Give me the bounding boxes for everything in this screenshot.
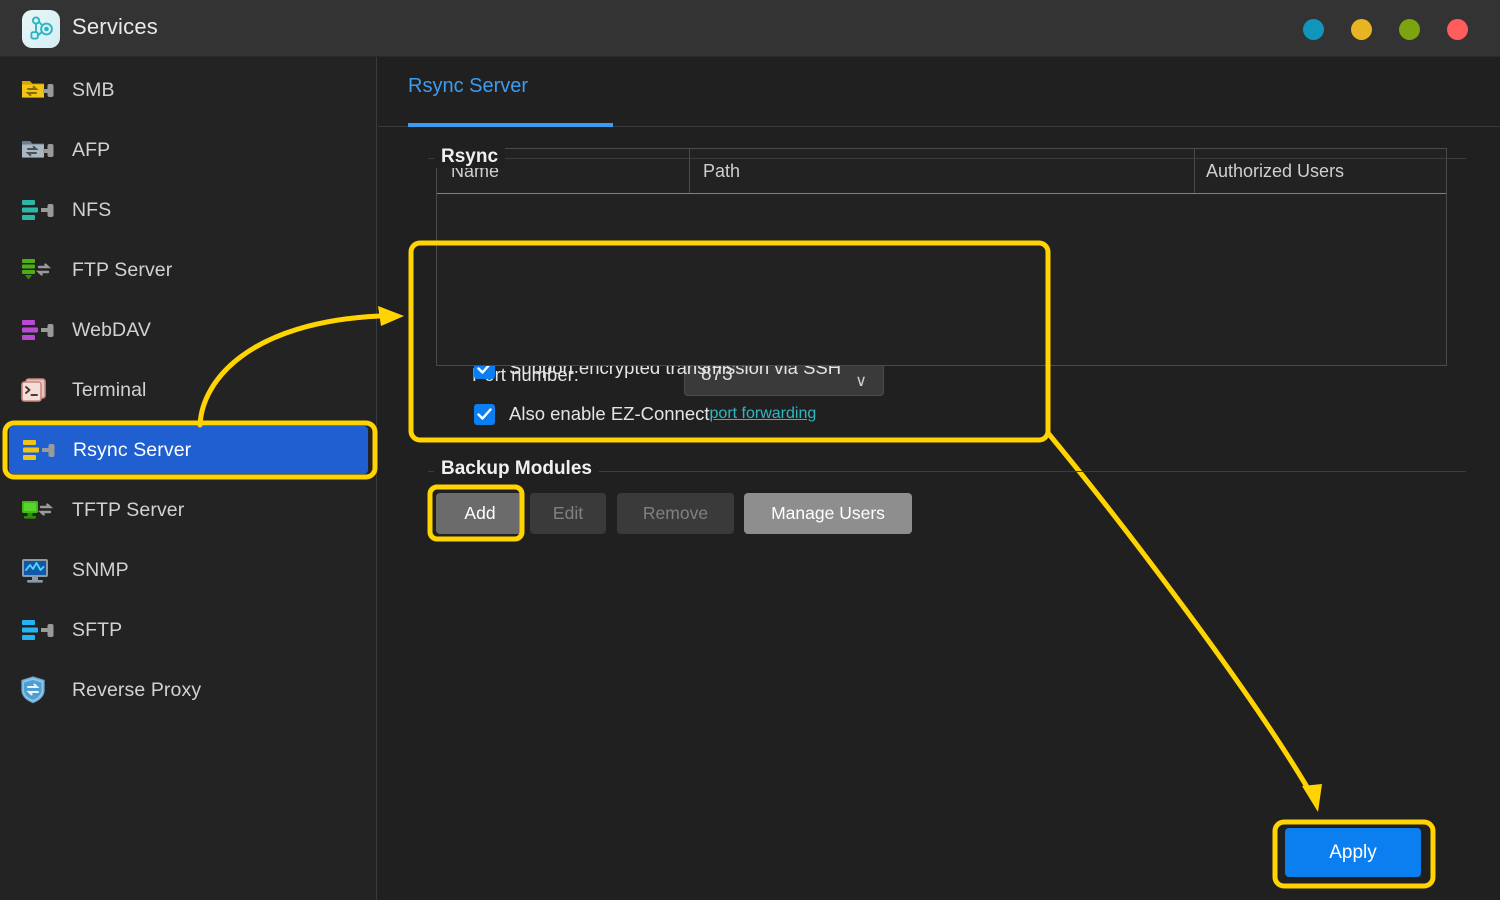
sidebar-item-snmp[interactable]: SNMP bbox=[8, 546, 369, 594]
backup-modules-table-header: Name Path Authorized Users bbox=[437, 149, 1446, 194]
afp-folder-share-icon bbox=[20, 135, 56, 165]
edit-button: Edit bbox=[530, 493, 606, 534]
ezconnect-row[interactable]: Also enable EZ-Connect port forwarding bbox=[474, 403, 816, 425]
terminal-icon bbox=[20, 375, 56, 405]
column-header-path[interactable]: Path bbox=[703, 161, 740, 182]
rsync-legend: Rsync bbox=[434, 146, 506, 168]
ftp-server-icon bbox=[20, 255, 56, 285]
column-divider-2[interactable] bbox=[1194, 149, 1195, 193]
ezconnect-checkbox[interactable] bbox=[474, 403, 495, 425]
tftp-server-icon bbox=[20, 495, 56, 525]
sidebar-item-label: TFTP Server bbox=[72, 498, 185, 521]
sidebar-item-label: Terminal bbox=[72, 378, 147, 401]
backup-modules-table[interactable]: Name Path Authorized Users bbox=[436, 148, 1447, 366]
sidebar-item-reverse-proxy[interactable]: Reverse Proxy bbox=[8, 666, 369, 714]
sidebar-item-label: SFTP bbox=[72, 618, 123, 641]
tab-active-indicator bbox=[408, 123, 613, 127]
column-divider-1[interactable] bbox=[689, 149, 690, 193]
window-dot-green[interactable] bbox=[1399, 19, 1420, 40]
sidebar-item-label: NFS bbox=[72, 198, 112, 221]
webdav-server-icon bbox=[20, 315, 56, 345]
ezconnect-label-prefix: Also enable EZ-Connect bbox=[509, 403, 710, 424]
sidebar-item-rsync-server[interactable]: Rsync Server bbox=[9, 426, 368, 474]
sftp-server-icon bbox=[20, 615, 56, 645]
tab-rsync-server[interactable]: Rsync Server bbox=[408, 75, 528, 118]
window-dot-red[interactable] bbox=[1447, 19, 1468, 40]
tab-strip: Rsync Server bbox=[378, 57, 1500, 127]
sidebar-item-nfs[interactable]: NFS bbox=[8, 186, 369, 234]
backup-modules-legend: Backup Modules bbox=[434, 458, 599, 480]
port-forwarding-link[interactable]: port forwarding bbox=[710, 405, 817, 423]
title-bar: Services bbox=[0, 0, 1500, 57]
sidebar-item-sftp[interactable]: SFTP bbox=[8, 606, 369, 654]
services-window: Services SMB AFP NFS FTP Server WebDAV T… bbox=[0, 0, 1500, 900]
window-title: Services bbox=[72, 14, 158, 39]
add-button[interactable]: Add bbox=[436, 493, 524, 534]
manage-users-button[interactable]: Manage Users bbox=[744, 493, 912, 534]
nfs-server-icon bbox=[20, 195, 56, 225]
sidebar-item-label: FTP Server bbox=[72, 258, 173, 281]
sidebar-item-terminal[interactable]: Terminal bbox=[8, 366, 369, 414]
sidebar-item-tftp-server[interactable]: TFTP Server bbox=[8, 486, 369, 534]
window-dot-yellow[interactable] bbox=[1351, 19, 1372, 40]
sidebar-item-label: WebDAV bbox=[72, 318, 151, 341]
remove-button: Remove bbox=[617, 493, 734, 534]
sidebar-item-webdav[interactable]: WebDAV bbox=[8, 306, 369, 354]
smb-folder-share-icon bbox=[20, 75, 56, 105]
sidebar-item-label: AFP bbox=[72, 138, 111, 161]
sidebar-item-smb[interactable]: SMB bbox=[8, 66, 369, 114]
sidebar-item-afp[interactable]: AFP bbox=[8, 126, 369, 174]
snmp-monitor-icon bbox=[20, 555, 56, 585]
main-content: Rsync Server Rsync By enabling this opti… bbox=[378, 57, 1500, 900]
services-nodes-icon bbox=[22, 10, 60, 48]
column-header-authorized-users[interactable]: Authorized Users bbox=[1206, 161, 1344, 182]
sidebar-item-label: SMB bbox=[72, 78, 115, 101]
reverse-proxy-shield-icon bbox=[20, 675, 56, 705]
chevron-down-icon[interactable]: ∨ bbox=[855, 371, 867, 391]
rsync-legend-rule bbox=[428, 158, 1466, 159]
sidebar-item-label: SNMP bbox=[72, 558, 129, 581]
services-sidebar: SMB AFP NFS FTP Server WebDAV Terminal R… bbox=[0, 57, 377, 900]
sidebar-item-ftp-server[interactable]: FTP Server bbox=[8, 246, 369, 294]
apply-button[interactable]: Apply bbox=[1285, 828, 1421, 877]
sidebar-item-label: Reverse Proxy bbox=[72, 678, 202, 701]
window-dot-teal[interactable] bbox=[1303, 19, 1324, 40]
sidebar-item-label: Rsync Server bbox=[73, 438, 192, 461]
rsync-server-icon bbox=[21, 435, 57, 465]
